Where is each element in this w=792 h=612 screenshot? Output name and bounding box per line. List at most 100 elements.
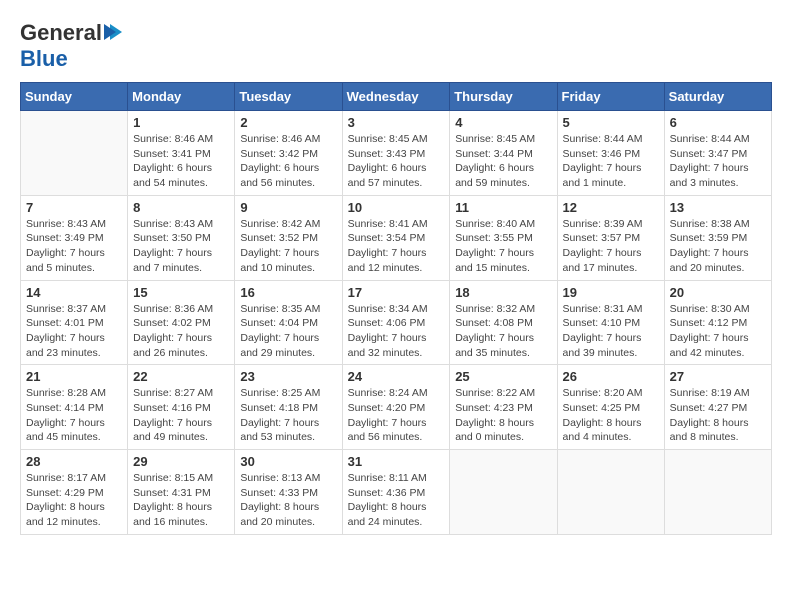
calendar-cell: 18Sunrise: 8:32 AM Sunset: 4:08 PM Dayli…	[450, 280, 557, 365]
day-info: Sunrise: 8:31 AM Sunset: 4:10 PM Dayligh…	[563, 302, 659, 361]
calendar-cell	[557, 450, 664, 535]
day-number: 4	[455, 115, 551, 130]
day-info: Sunrise: 8:25 AM Sunset: 4:18 PM Dayligh…	[240, 386, 336, 445]
day-info: Sunrise: 8:39 AM Sunset: 3:57 PM Dayligh…	[563, 217, 659, 276]
day-number: 29	[133, 454, 229, 469]
weekday-header: Wednesday	[342, 83, 450, 111]
calendar-cell	[21, 111, 128, 196]
day-info: Sunrise: 8:15 AM Sunset: 4:31 PM Dayligh…	[133, 471, 229, 530]
calendar-cell: 16 Sunrise: 8:35 AM Sunset: 4:04 PM Dayli…	[235, 280, 342, 365]
calendar-cell: 22 Sunrise: 8:27 AM Sunset: 4:16 PM Dayli…	[128, 365, 235, 450]
calendar-cell: 4 Sunrise: 8:45 AM Sunset: 3:44 PM Daylig…	[450, 111, 557, 196]
day-number: 12	[563, 200, 659, 215]
day-number: 20	[670, 285, 766, 300]
weekday-header: Friday	[557, 83, 664, 111]
calendar-cell: 15 Sunrise: 8:36 AM Sunset: 4:02 PM Dayli…	[128, 280, 235, 365]
calendar-cell: 27Sunrise: 8:19 AM Sunset: 4:27 PM Dayli…	[664, 365, 771, 450]
day-number: 11	[455, 200, 551, 215]
calendar-week-row: 21 Sunrise: 8:28 AM Sunset: 4:14 PM Dayli…	[21, 365, 772, 450]
calendar-cell: 8 Sunrise: 8:43 AM Sunset: 3:50 PM Daylig…	[128, 195, 235, 280]
day-info: Sunrise: 8:32 AM Sunset: 4:08 PM Dayligh…	[455, 302, 551, 361]
day-number: 8	[133, 200, 229, 215]
day-info: Sunrise: 8:42 AM Sunset: 3:52 PM Dayligh…	[240, 217, 336, 276]
calendar-cell: 10 Sunrise: 8:41 AM Sunset: 3:54 PM Dayli…	[342, 195, 450, 280]
day-number: 7	[26, 200, 122, 215]
day-number: 22	[133, 369, 229, 384]
calendar-cell: 13Sunrise: 8:38 AM Sunset: 3:59 PM Dayli…	[664, 195, 771, 280]
calendar-cell: 2 Sunrise: 8:46 AM Sunset: 3:42 PM Daylig…	[235, 111, 342, 196]
calendar-cell: 29 Sunrise: 8:15 AM Sunset: 4:31 PM Dayli…	[128, 450, 235, 535]
day-info: Sunrise: 8:27 AM Sunset: 4:16 PM Dayligh…	[133, 386, 229, 445]
calendar-cell: 20Sunrise: 8:30 AM Sunset: 4:12 PM Dayli…	[664, 280, 771, 365]
weekday-header: Tuesday	[235, 83, 342, 111]
calendar-cell: 14Sunrise: 8:37 AM Sunset: 4:01 PM Dayli…	[21, 280, 128, 365]
calendar-cell: 3 Sunrise: 8:45 AM Sunset: 3:43 PM Daylig…	[342, 111, 450, 196]
day-info: Sunrise: 8:20 AM Sunset: 4:25 PM Dayligh…	[563, 386, 659, 445]
day-info: Sunrise: 8:35 AM Sunset: 4:04 PM Dayligh…	[240, 302, 336, 361]
day-info: Sunrise: 8:13 AM Sunset: 4:33 PM Dayligh…	[240, 471, 336, 530]
day-info: Sunrise: 8:43 AM Sunset: 3:49 PM Dayligh…	[26, 217, 122, 276]
weekday-header: Saturday	[664, 83, 771, 111]
day-info: Sunrise: 8:11 AM Sunset: 4:36 PM Dayligh…	[348, 471, 445, 530]
day-number: 16	[240, 285, 336, 300]
day-number: 9	[240, 200, 336, 215]
calendar-cell: 6 Sunrise: 8:44 AM Sunset: 3:47 PM Daylig…	[664, 111, 771, 196]
day-number: 1	[133, 115, 229, 130]
calendar-cell: 5 Sunrise: 8:44 AM Sunset: 3:46 PM Daylig…	[557, 111, 664, 196]
day-info: Sunrise: 8:43 AM Sunset: 3:50 PM Dayligh…	[133, 217, 229, 276]
calendar-table: SundayMondayTuesdayWednesdayThursdayFrid…	[20, 82, 772, 535]
calendar-cell: 23Sunrise: 8:25 AM Sunset: 4:18 PM Dayli…	[235, 365, 342, 450]
weekday-header: Thursday	[450, 83, 557, 111]
day-info: Sunrise: 8:46 AM Sunset: 3:42 PM Dayligh…	[240, 132, 336, 191]
day-number: 10	[348, 200, 445, 215]
day-number: 15	[133, 285, 229, 300]
day-number: 13	[670, 200, 766, 215]
weekday-header: Monday	[128, 83, 235, 111]
logo-general: General	[20, 20, 102, 46]
logo-blue: Blue	[20, 46, 68, 71]
day-number: 24	[348, 369, 445, 384]
day-info: Sunrise: 8:44 AM Sunset: 3:47 PM Dayligh…	[670, 132, 766, 191]
calendar-cell: 11 Sunrise: 8:40 AM Sunset: 3:55 PM Dayli…	[450, 195, 557, 280]
day-info: Sunrise: 8:40 AM Sunset: 3:55 PM Dayligh…	[455, 217, 551, 276]
calendar-cell: 9 Sunrise: 8:42 AM Sunset: 3:52 PM Daylig…	[235, 195, 342, 280]
day-number: 25	[455, 369, 551, 384]
day-number: 31	[348, 454, 445, 469]
day-number: 27	[670, 369, 766, 384]
calendar-cell: 17 Sunrise: 8:34 AM Sunset: 4:06 PM Dayli…	[342, 280, 450, 365]
calendar-cell: 26Sunrise: 8:20 AM Sunset: 4:25 PM Dayli…	[557, 365, 664, 450]
calendar-week-row: 14Sunrise: 8:37 AM Sunset: 4:01 PM Dayli…	[21, 280, 772, 365]
day-info: Sunrise: 8:28 AM Sunset: 4:14 PM Dayligh…	[26, 386, 122, 445]
calendar-cell: 31 Sunrise: 8:11 AM Sunset: 4:36 PM Dayli…	[342, 450, 450, 535]
calendar-cell: 1Sunrise: 8:46 AM Sunset: 3:41 PM Daylig…	[128, 111, 235, 196]
calendar-cell	[664, 450, 771, 535]
calendar-week-row: 28 Sunrise: 8:17 AM Sunset: 4:29 PM Dayli…	[21, 450, 772, 535]
day-number: 3	[348, 115, 445, 130]
calendar-cell: 19 Sunrise: 8:31 AM Sunset: 4:10 PM Dayli…	[557, 280, 664, 365]
calendar-cell: 24 Sunrise: 8:24 AM Sunset: 4:20 PM Dayli…	[342, 365, 450, 450]
day-number: 5	[563, 115, 659, 130]
day-number: 28	[26, 454, 122, 469]
day-info: Sunrise: 8:24 AM Sunset: 4:20 PM Dayligh…	[348, 386, 445, 445]
day-info: Sunrise: 8:45 AM Sunset: 3:43 PM Dayligh…	[348, 132, 445, 191]
day-info: Sunrise: 8:36 AM Sunset: 4:02 PM Dayligh…	[133, 302, 229, 361]
calendar-cell: 30 Sunrise: 8:13 AM Sunset: 4:33 PM Dayli…	[235, 450, 342, 535]
calendar-cell: 12 Sunrise: 8:39 AM Sunset: 3:57 PM Dayli…	[557, 195, 664, 280]
calendar-cell: 28 Sunrise: 8:17 AM Sunset: 4:29 PM Dayli…	[21, 450, 128, 535]
calendar-cell: 25 Sunrise: 8:22 AM Sunset: 4:23 PM Dayli…	[450, 365, 557, 450]
day-info: Sunrise: 8:17 AM Sunset: 4:29 PM Dayligh…	[26, 471, 122, 530]
day-number: 21	[26, 369, 122, 384]
day-info: Sunrise: 8:34 AM Sunset: 4:06 PM Dayligh…	[348, 302, 445, 361]
page-header: General Blue	[20, 20, 772, 72]
day-info: Sunrise: 8:22 AM Sunset: 4:23 PM Dayligh…	[455, 386, 551, 445]
day-number: 2	[240, 115, 336, 130]
day-info: Sunrise: 8:44 AM Sunset: 3:46 PM Dayligh…	[563, 132, 659, 191]
calendar-cell	[450, 450, 557, 535]
day-number: 19	[563, 285, 659, 300]
day-info: Sunrise: 8:41 AM Sunset: 3:54 PM Dayligh…	[348, 217, 445, 276]
calendar-cell: 21 Sunrise: 8:28 AM Sunset: 4:14 PM Dayli…	[21, 365, 128, 450]
day-number: 17	[348, 285, 445, 300]
day-info: Sunrise: 8:45 AM Sunset: 3:44 PM Dayligh…	[455, 132, 551, 191]
day-number: 30	[240, 454, 336, 469]
day-number: 6	[670, 115, 766, 130]
